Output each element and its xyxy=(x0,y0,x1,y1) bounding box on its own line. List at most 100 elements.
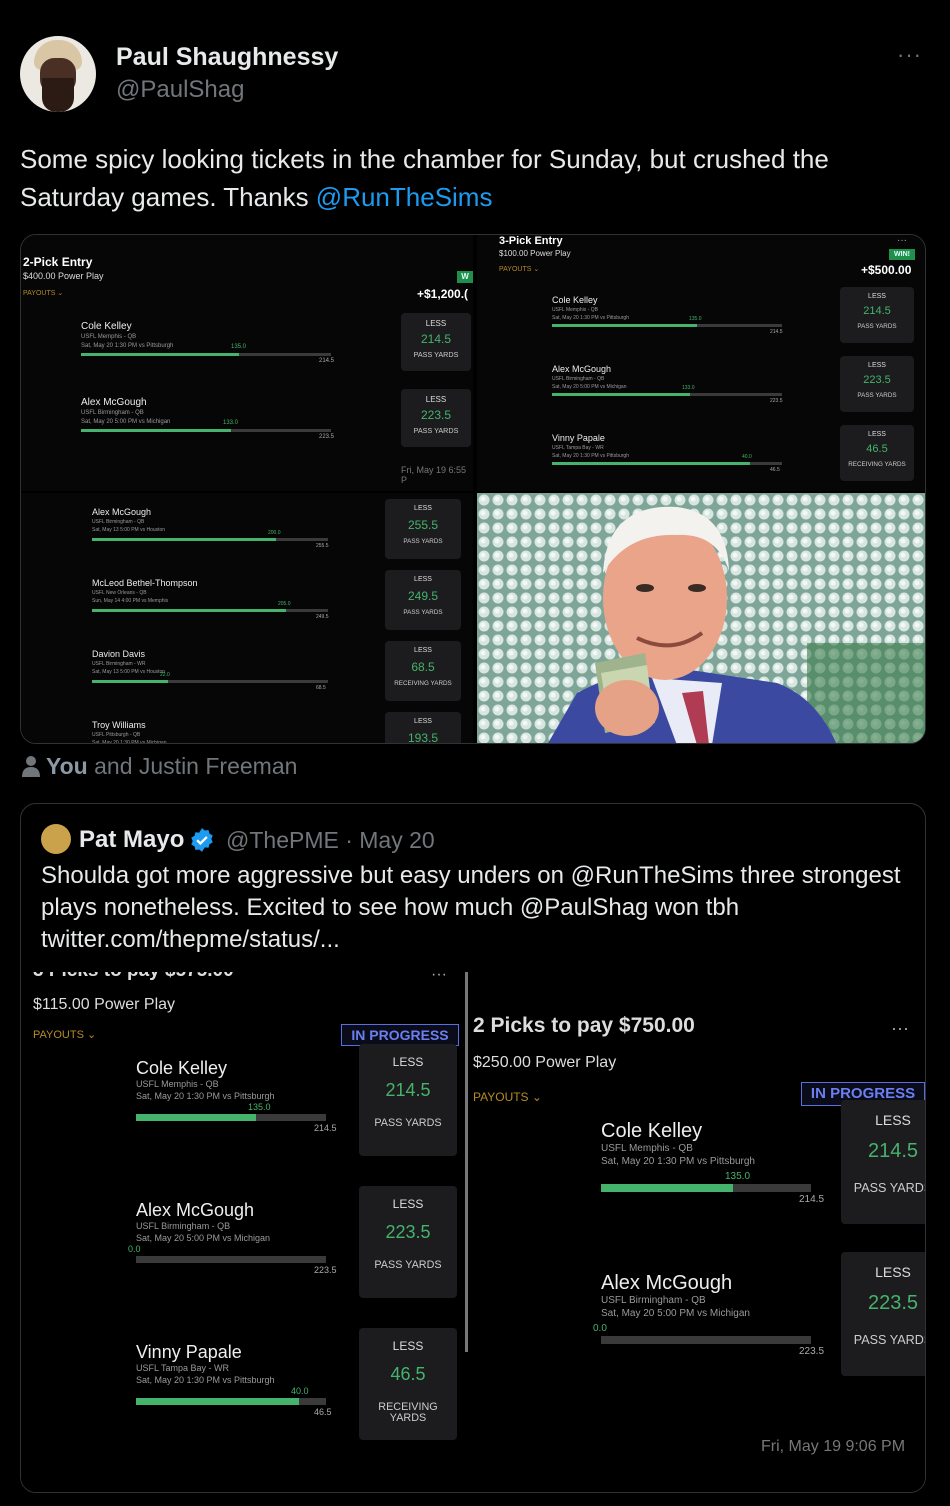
player-team: USFL New Orleans - QB xyxy=(92,590,147,596)
prediction-card[interactable]: LESS 249.5 PASS YARDS xyxy=(385,570,461,630)
entry-title: 2-Pick Entry xyxy=(23,255,93,269)
prediction-card[interactable]: LESS 193.5 xyxy=(385,712,461,744)
current-value: 22.0 xyxy=(160,672,170,678)
entry-subtitle: $400.00 Power Play xyxy=(23,271,104,281)
card-value: 214.5 xyxy=(867,1139,919,1162)
card-stat: PASS YARDS xyxy=(413,426,459,436)
game-info: Sat, May 20 1:30 PM vs Pittsburgh xyxy=(552,453,629,459)
more-icon: ··· xyxy=(897,235,907,246)
line-value: 214.5 xyxy=(319,358,335,364)
prediction-card[interactable]: LESS 223.5 PASS YARDS xyxy=(359,1186,457,1298)
media-grid[interactable]: 2-Pick Entry $400.00 Power Play PAYOUTS … xyxy=(20,234,926,744)
entry-subtitle: $115.00 Power Play xyxy=(33,996,176,1013)
line-value: 223.5 xyxy=(799,1346,825,1357)
prediction-card[interactable]: LESS 223.5 PASS YARDS xyxy=(401,389,471,447)
pick-row[interactable]: McLeod Bethel-Thompson USFL New Orleans -… xyxy=(21,570,473,649)
progress-fill xyxy=(92,680,168,683)
prediction-card[interactable]: LESS 255.5 PASS YARDS xyxy=(385,499,461,559)
player-name: Cole Kelley xyxy=(136,1058,228,1078)
entry-subtitle: $250.00 Power Play xyxy=(473,1054,617,1071)
payouts-toggle: PAYOUTS ⌄ xyxy=(33,1029,97,1041)
pick-row[interactable]: Alex McGough USFL Birmingham - QB Sat, May… xyxy=(21,499,473,578)
card-value: 223.5 xyxy=(385,1221,431,1242)
quote-media[interactable]: 3 Picks to pay $575.00 $115.00 Power Pla… xyxy=(21,972,925,1492)
game-info: Sat, May 20 1:30 PM vs Pittsburgh xyxy=(136,1375,275,1385)
pick-row[interactable]: Alex McGough USFL Birmingham - QB Sat, May… xyxy=(21,389,473,473)
progress-track xyxy=(552,393,782,396)
progress-track xyxy=(601,1184,811,1192)
entry-4pick-screenshot[interactable]: Alex McGough USFL Birmingham - QB Sat, May… xyxy=(21,493,473,743)
pick-row[interactable]: Cole Kelley USFL Memphis - QB Sat, May 20 … xyxy=(471,1100,925,1272)
pick-row[interactable]: Troy Williams USFL Pittsburgh - QB Sat, Ma… xyxy=(21,712,473,743)
progress-fill xyxy=(136,1398,299,1405)
tweet-text: Some spicy looking tickets in the chambe… xyxy=(20,140,920,216)
card-direction: LESS xyxy=(875,1264,911,1281)
author-handle[interactable]: @PaulShag xyxy=(116,76,244,104)
card-value: 46.5 xyxy=(866,442,888,455)
prediction-card[interactable]: LESS 214.5 PASS YARDS xyxy=(401,313,471,371)
card-value: 193.5 xyxy=(407,731,439,744)
author-avatar[interactable] xyxy=(20,36,96,112)
line-value: 46.5 xyxy=(314,1407,332,1417)
pick-row[interactable]: Cole Kelley USFL Memphis - QB Sat, May 20 … xyxy=(21,313,473,397)
progress-fill xyxy=(136,1114,256,1121)
pick-row[interactable]: Vinny Papale USFL Tampa Bay - WR Sat, May … xyxy=(477,425,925,491)
card-stat: PASS YARDS xyxy=(403,608,443,616)
quoted-tweet[interactable]: Pat Mayo @ThePME · May 20 Shoulda got mo… xyxy=(20,803,926,1493)
card-value: 249.5 xyxy=(407,589,439,604)
pick-row[interactable]: Davion Davis USFL Birmingham - WR Sat, May… xyxy=(21,641,473,720)
pick-row[interactable]: Vinny Papale USFL Tampa Bay - WR Sat, May … xyxy=(21,1328,467,1484)
prediction-card[interactable]: LESS 214.5 PASS YARDS xyxy=(840,287,914,343)
author-name[interactable]: Paul Shaughnessy xyxy=(116,43,338,72)
entry-2pick-screenshot[interactable]: 2-Pick Entry $400.00 Power Play PAYOUTS … xyxy=(21,235,473,491)
quote-author-handle[interactable]: @ThePME · May 20 xyxy=(226,827,435,854)
progress-track xyxy=(92,680,328,683)
prediction-card[interactable]: LESS 68.5 RECEIVING YARDS xyxy=(385,641,461,701)
player-team: USFL Birmingham - QB xyxy=(136,1221,231,1231)
current-value: 40.0 xyxy=(742,454,752,460)
pick-row[interactable]: Cole Kelley USFL Memphis - QB Sat, May 20 … xyxy=(477,287,925,364)
card-value: 46.5 xyxy=(390,1363,426,1384)
prediction-card[interactable]: LESS 214.5 PASS YARDS xyxy=(841,1100,925,1224)
progress-track xyxy=(81,353,331,356)
player-team: USFL Birmingham - WR xyxy=(92,661,146,667)
quote-author-name[interactable]: Pat Mayo xyxy=(79,826,184,854)
prediction-card[interactable]: LESS 223.5 PASS YARDS xyxy=(841,1252,925,1376)
player-team: USFL Birmingham - QB xyxy=(601,1295,706,1306)
card-direction: LESS xyxy=(875,1112,911,1129)
more-options-icon[interactable]: ··· xyxy=(897,42,922,68)
line-value: 214.5 xyxy=(799,1194,825,1205)
prediction-card[interactable]: LESS 46.5 RECEIVING YARDS xyxy=(840,425,914,481)
prediction-card[interactable]: LESS 223.5 PASS YARDS xyxy=(840,356,914,412)
card-direction: LESS xyxy=(414,505,432,512)
card-direction: LESS xyxy=(414,647,432,654)
pick-row[interactable]: Alex McGough USFL Birmingham - QB Sat, May… xyxy=(477,356,925,433)
quote-entry-right[interactable]: 2 Picks to pay $750.00 $250.00 Power Pla… xyxy=(471,972,925,1492)
payout-amount: +$1,200.( xyxy=(417,287,469,301)
pick-row[interactable]: Alex McGough USFL Birmingham - QB Sat, May… xyxy=(21,1186,467,1342)
win-badge: W xyxy=(457,271,473,283)
pick-row[interactable]: Cole Kelley USFL Memphis - QB Sat, May 20 … xyxy=(21,1044,467,1200)
card-stat: RECEIVING YARDS xyxy=(378,1400,438,1424)
mention-link[interactable]: @RunTheSims xyxy=(316,182,493,212)
card-stat: PASS YARDS xyxy=(403,537,443,545)
liked-by[interactable]: You and Justin Freeman xyxy=(22,752,297,780)
pick-row[interactable]: Alex McGough USFL Birmingham - QB Sat, May… xyxy=(471,1252,925,1424)
player-team: USFL Memphis - QB xyxy=(552,307,598,313)
quote-author-avatar[interactable] xyxy=(41,824,71,854)
reaction-image[interactable] xyxy=(477,493,925,743)
prediction-card[interactable]: LESS 214.5 PASS YARDS xyxy=(359,1044,457,1156)
line-value: 223.5 xyxy=(314,1265,337,1275)
player-name: Vinny Papale xyxy=(552,433,605,443)
quote-entry-left[interactable]: 3 Picks to pay $575.00 $115.00 Power Pla… xyxy=(21,972,467,1492)
current-value: 205.0 xyxy=(278,601,291,607)
player-name: Alex McGough xyxy=(92,507,152,517)
prediction-card[interactable]: LESS 46.5 RECEIVING YARDS xyxy=(359,1328,457,1440)
current-value: 135.0 xyxy=(725,1171,751,1182)
card-value: 214.5 xyxy=(420,331,452,346)
card-direction: LESS xyxy=(425,394,447,404)
player-team: USFL Tampa Bay - WR xyxy=(552,445,604,451)
entry-3pick-screenshot[interactable]: 3-Pick Entry $100.00 Power Play PAYOUTS … xyxy=(477,235,925,491)
line-value: 68.5 xyxy=(316,685,326,691)
line-value: 249.5 xyxy=(316,614,329,620)
